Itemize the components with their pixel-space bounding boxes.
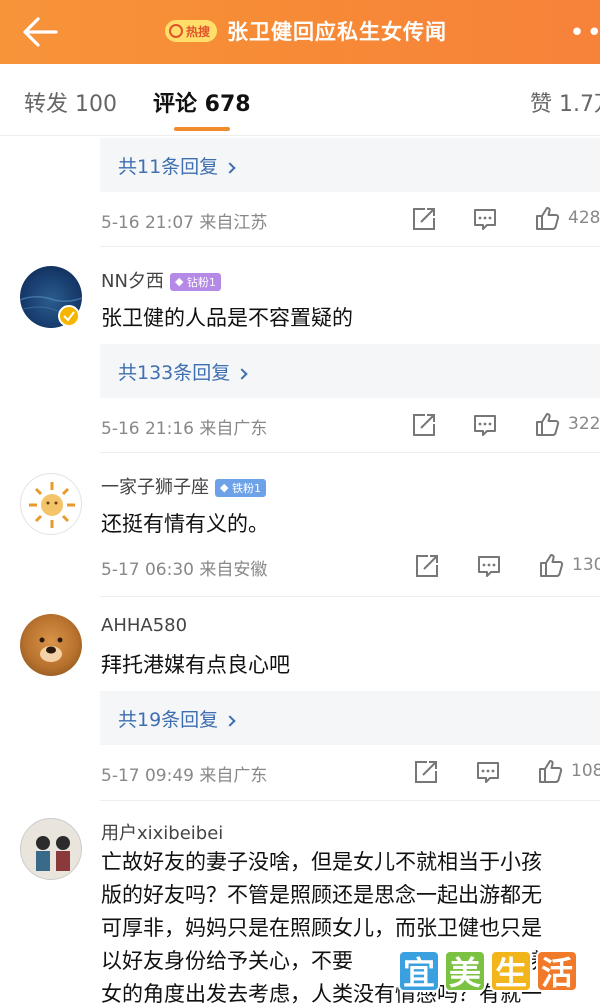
page-title: 张卫健回应私生女传闻 (227, 20, 448, 44)
repost-icon[interactable] (411, 412, 437, 438)
like-count: 130 (572, 555, 600, 575)
comment-icon[interactable] (472, 206, 498, 232)
watermark-logo: 宜 美 生 活 (398, 950, 578, 992)
like-icon[interactable] (534, 205, 560, 231)
username[interactable]: NN夕西 ◆ 钻粉1 (101, 267, 221, 293)
repost-icon[interactable] (414, 553, 440, 579)
view-replies-link[interactable]: 共133条回复 (118, 358, 248, 385)
user-avatar[interactable] (20, 818, 82, 880)
diamond-icon: ◆ (220, 481, 229, 494)
watermark-char: 活 (536, 950, 578, 992)
like-count: 108 (571, 761, 600, 781)
divider (100, 596, 600, 597)
like-count: 428 (568, 208, 600, 228)
watermark-char: 宜 (398, 950, 440, 992)
more-options-icon[interactable]: •• (569, 18, 600, 48)
verified-badge-icon (58, 305, 80, 327)
comment-meta: 5-16 21:07 来自江苏 (101, 213, 268, 233)
diamond-icon: ◆ (174, 275, 184, 288)
hot-search-badge: 热搜 (165, 20, 218, 42)
watermark-char: 生 (490, 950, 532, 992)
reply-summary: 共11条回复 (100, 138, 600, 192)
tab-comments[interactable]: 评论 678 (153, 86, 251, 118)
comment-icon[interactable] (472, 412, 498, 438)
comment-meta: 5-16 21:16 来自广东 (101, 419, 268, 439)
comment-text: 拜托港媒有点良心吧 (101, 653, 290, 677)
tab-likes[interactable]: 赞 1.7万 (530, 86, 600, 118)
chevron-right-icon (224, 714, 236, 727)
back-arrow-icon[interactable] (18, 12, 62, 52)
divider (100, 452, 600, 453)
reply-summary: 共19条回复 (100, 691, 600, 745)
divider (100, 246, 600, 247)
search-icon (169, 24, 183, 38)
chevron-right-icon (236, 367, 248, 380)
username[interactable]: 用户xixibeibei (101, 819, 223, 845)
comment-text: 还挺有情有义的。 (101, 512, 269, 536)
comment-line: 可厚非，妈妈只是在照顾女儿，而张卫健也只是 (101, 916, 542, 940)
chevron-right-icon (224, 161, 236, 174)
user-avatar[interactable] (20, 614, 82, 676)
repost-icon[interactable] (413, 759, 439, 785)
view-replies-link[interactable]: 共11条回复 (118, 152, 236, 179)
title-area: 热搜 张卫健回应私生女传闻 (165, 16, 447, 46)
username[interactable]: AHHA580 (101, 615, 187, 636)
comment-line: 版的好友吗？不管是照顾还是思念一起出游都无 (101, 883, 542, 907)
tab-reposts[interactable]: 转发 100 (24, 86, 117, 118)
comment-icon[interactable] (476, 553, 502, 579)
divider (100, 800, 600, 801)
repost-icon[interactable] (411, 206, 437, 232)
fan-level-badge: ◆ 铁粉1 (215, 478, 266, 497)
active-tab-indicator (174, 127, 230, 131)
view-replies-link[interactable]: 共19条回复 (118, 705, 236, 732)
like-icon[interactable] (537, 758, 563, 784)
comment-meta: 5-17 09:49 来自广东 (101, 766, 268, 786)
watermark-char: 美 (444, 950, 486, 992)
comment-icon[interactable] (475, 759, 501, 785)
like-icon[interactable] (538, 552, 564, 578)
username[interactable]: 一家子狮子座 ◆ 铁粉1 (101, 473, 266, 499)
reply-summary: 共133条回复 (100, 344, 600, 398)
tab-bar: 转发 100 评论 678 赞 1.7万 (0, 64, 600, 136)
comment-meta: 5-17 06:30 来自安徽 (101, 560, 268, 580)
user-avatar[interactable] (20, 473, 82, 535)
comment-text: 张卫健的人品是不容置疑的 (101, 306, 353, 330)
fan-level-badge: ◆ 钻粉1 (169, 272, 221, 291)
comment-line: 亡故好友的妻子没啥，但是女儿不就相当于小孩 (101, 850, 542, 874)
top-bar: 热搜 张卫健回应私生女传闻 •• (0, 0, 600, 64)
like-icon[interactable] (534, 411, 560, 437)
like-count: 322 (568, 414, 600, 434)
